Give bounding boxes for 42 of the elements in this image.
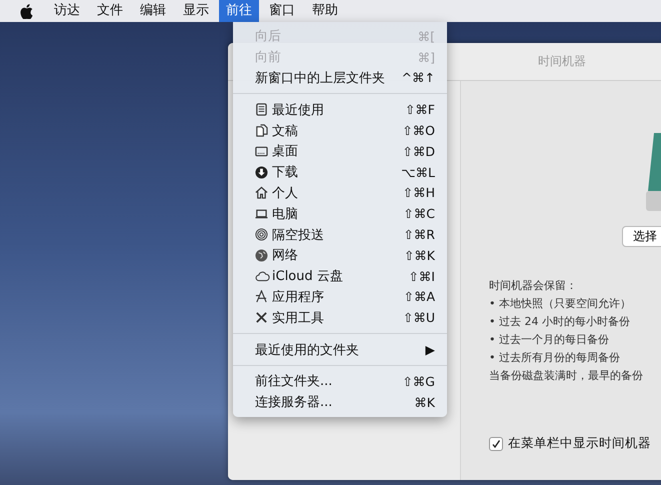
retention-item: • 过去一个月的每日备份 <box>489 332 610 348</box>
menu-bar-item[interactable]: 窗口 <box>262 0 302 22</box>
menu-item[interactable]: 连接服务器... ⌘K <box>233 392 447 413</box>
applications-icon <box>255 290 268 304</box>
menu-item[interactable]: 下载 ⌥⌘L <box>233 162 447 183</box>
airdrop-icon <box>255 228 268 242</box>
window-title: 时间机器 <box>538 53 586 70</box>
desktop-icon <box>255 144 268 158</box>
menu-item[interactable]: iCloud 云盘 ⇧⌘I <box>233 266 447 287</box>
menu-item[interactable]: 个人 ⇧⌘H <box>233 182 447 204</box>
apple-logo-icon[interactable] <box>20 4 33 18</box>
select-disk-button[interactable]: 选择 <box>622 226 661 247</box>
menu-item[interactable]: 应用程序 ⇧⌘A <box>233 286 447 308</box>
menu-bar-item[interactable]: 编辑 <box>133 0 173 22</box>
menu-item[interactable]: 新窗口中的上层文件夹 ^⌘↑ <box>233 68 447 88</box>
list-icon <box>255 103 268 116</box>
documents-icon <box>255 124 268 138</box>
menu-item[interactable]: 文稿 ⇧⌘O <box>233 120 447 141</box>
menu-item[interactable]: 电脑 ⇧⌘C <box>233 203 447 224</box>
retention-heading: 时间机器会保留： <box>489 278 578 294</box>
home-icon <box>255 186 268 200</box>
menu-bar-item[interactable]: 显示 <box>176 0 216 22</box>
retention-item: • 过去所有月份的每周备份 <box>489 350 621 366</box>
menu-item[interactable]: 最近使用 ⇧⌘F <box>233 99 447 120</box>
menu-item[interactable]: 实用工具 ⇧⌘U <box>233 307 447 328</box>
retention-item: • 本地快照（只要空间允许） <box>489 296 632 312</box>
checkbox-label: 在菜单栏中显示时间机器 <box>508 435 651 452</box>
menu-item[interactable]: 最近使用的文件夹 ▶ <box>233 339 447 360</box>
menu-bar-item[interactable]: 文件 <box>90 0 130 22</box>
menu-item[interactable]: 前往文件夹... ⇧⌘G <box>233 370 447 392</box>
retention-item: • 过去 24 小时的每小时备份 <box>489 314 631 330</box>
download-icon <box>255 166 268 179</box>
menu-item[interactable]: 网络 ⇧⌘K <box>233 244 447 266</box>
menu-bar-item[interactable]: 帮助 <box>305 0 345 22</box>
cloud-icon <box>255 270 270 282</box>
checkbox[interactable] <box>489 436 503 450</box>
menu-bar-item[interactable]: 访达 <box>47 0 87 22</box>
laptop-icon <box>255 207 268 220</box>
menu-bar-item[interactable]: 前往 <box>219 0 259 22</box>
menu-item[interactable]: 桌面 ⇧⌘D <box>233 140 447 162</box>
full-disk-note: 当备份磁盘装满时，最早的备份 <box>489 368 644 384</box>
menu-item[interactable]: 隔空投送 ⇧⌘R <box>233 224 447 245</box>
